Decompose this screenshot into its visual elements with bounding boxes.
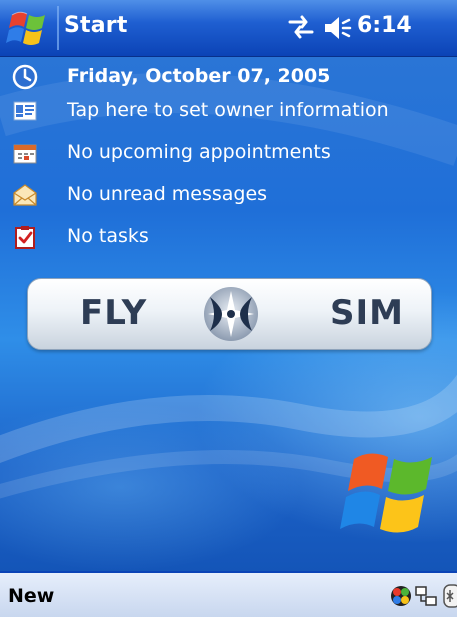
fly-sim-logo-icon — [204, 287, 258, 341]
banner-fly-text: FLY — [80, 293, 148, 333]
today-appointments-item[interactable]: No upcoming appointments — [0, 136, 457, 170]
calendar-icon — [13, 144, 37, 164]
today-owner-item[interactable]: Tap here to set owner information — [0, 94, 457, 128]
new-menu[interactable]: New — [8, 585, 54, 607]
today-owner-label: Tap here to set owner information — [67, 99, 389, 121]
title-bar: Start 6:14 — [0, 0, 457, 57]
banner-sim-text: SIM — [330, 293, 404, 333]
start-button[interactable] — [6, 7, 52, 49]
today-date-item[interactable]: Friday, October 07, 2005 — [0, 60, 457, 94]
windows-logo — [340, 453, 432, 533]
envelope-icon — [13, 184, 37, 206]
today-tasks-label: No tasks — [67, 225, 149, 247]
today-messages-item[interactable]: No unread messages — [0, 178, 457, 212]
fly-sim-banner[interactable]: FLY SIM — [27, 278, 432, 350]
owner-card-icon — [13, 101, 37, 121]
volume-icon[interactable] — [322, 14, 352, 42]
app-title[interactable]: Start — [64, 13, 128, 38]
title-divider — [57, 6, 59, 50]
connectivity-icon[interactable] — [286, 14, 316, 40]
task-clipboard-icon — [15, 226, 35, 249]
today-tasks-item[interactable]: No tasks — [0, 220, 457, 254]
menu-bar: New — [0, 571, 457, 617]
color-ball-icon[interactable] — [389, 584, 413, 608]
today-date-label: Friday, October 07, 2005 — [67, 65, 331, 87]
clock[interactable]: 6:14 — [357, 13, 412, 38]
clock-icon — [12, 64, 38, 90]
windows-flag-icon — [6, 11, 45, 45]
today-messages-label: No unread messages — [67, 183, 268, 205]
today-appointments-label: No upcoming appointments — [67, 141, 331, 163]
sync-icon[interactable] — [414, 584, 438, 608]
pocket-pc-screen: Start 6:14 Friday, October 07, 2005 Tap … — [0, 0, 457, 617]
partial-icon[interactable] — [442, 583, 457, 609]
today-screen: Friday, October 07, 2005 Tap here to set… — [0, 57, 457, 571]
